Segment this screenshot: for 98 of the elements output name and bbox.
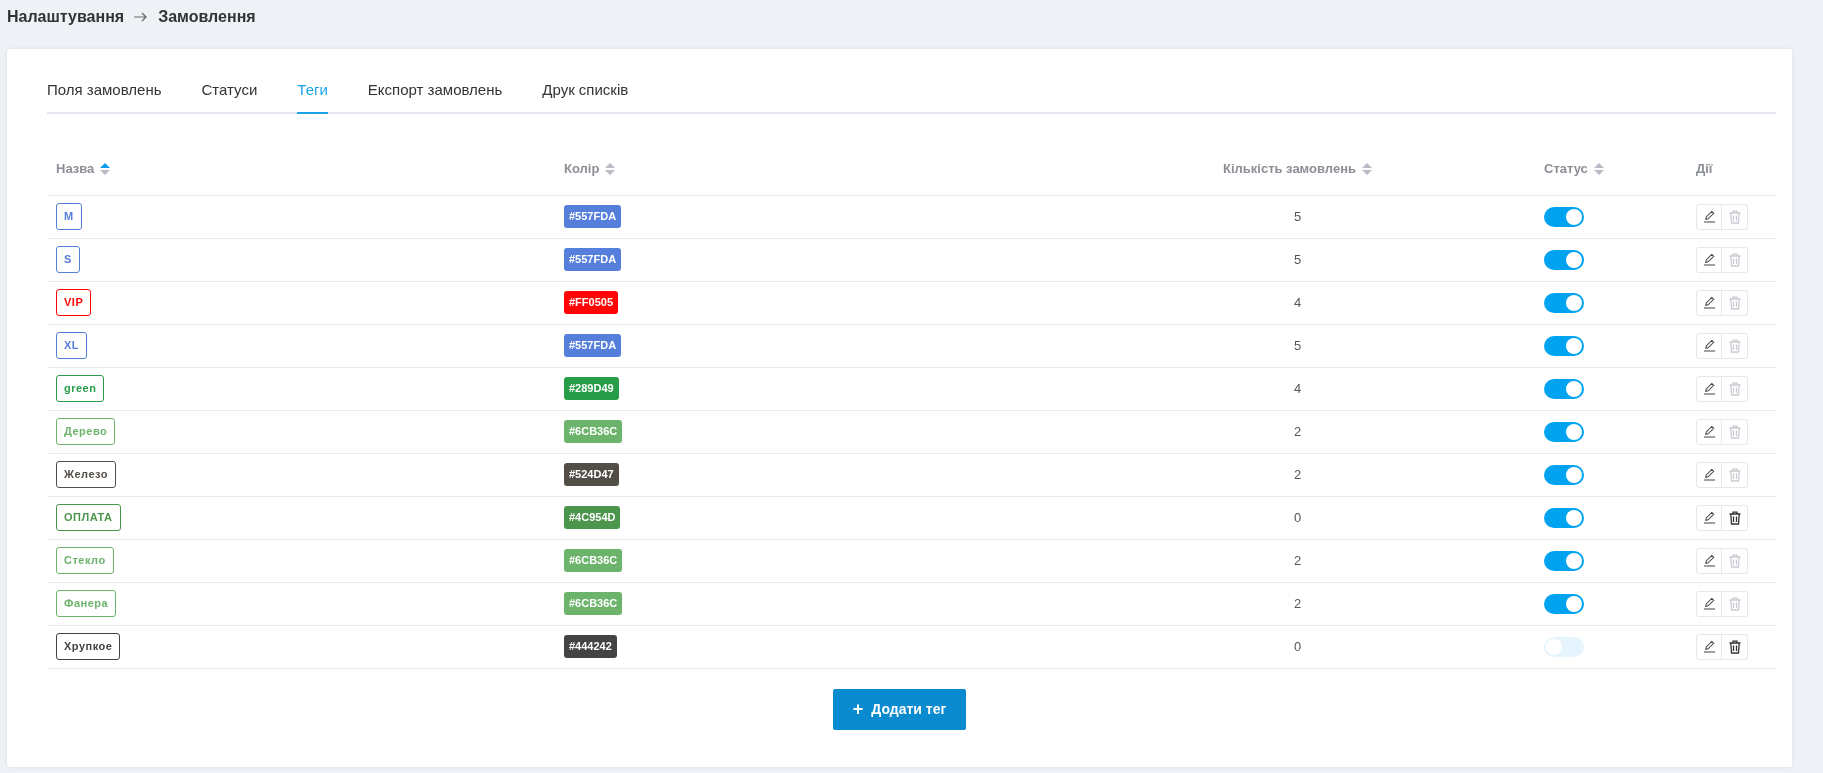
tag-label: XL — [56, 332, 88, 359]
trash-icon — [1728, 424, 1741, 439]
edit-button[interactable] — [1696, 461, 1722, 488]
status-toggle[interactable] — [1544, 507, 1584, 528]
order-count: 2 — [1293, 422, 1302, 441]
status-toggle[interactable] — [1544, 636, 1584, 657]
pencil-icon — [1702, 511, 1716, 524]
color-swatch: #557FDA — [564, 334, 622, 357]
color-swatch: #6CB36C — [564, 549, 623, 572]
status-toggle[interactable] — [1544, 249, 1584, 270]
edit-button[interactable] — [1696, 289, 1722, 316]
arrow-icon — [134, 12, 149, 22]
status-toggle[interactable] — [1544, 464, 1584, 485]
trash-icon — [1728, 295, 1741, 310]
pencil-icon — [1702, 382, 1716, 395]
sort-icon[interactable] — [605, 163, 616, 175]
status-toggle[interactable] — [1544, 421, 1584, 442]
order-count: 2 — [1293, 551, 1302, 570]
edit-button[interactable] — [1696, 246, 1722, 273]
color-swatch: #524D47 — [564, 463, 619, 486]
order-count: 2 — [1293, 594, 1302, 613]
order-count: 0 — [1293, 637, 1302, 656]
pencil-icon — [1702, 554, 1716, 567]
trash-icon — [1728, 596, 1741, 611]
edit-button[interactable] — [1696, 418, 1722, 445]
edit-button[interactable] — [1696, 547, 1722, 574]
order-count: 4 — [1293, 293, 1302, 312]
order-count: 2 — [1293, 465, 1302, 484]
edit-button[interactable] — [1696, 590, 1722, 617]
tab[interactable]: Поля замовлень — [47, 79, 162, 114]
order-count: 5 — [1293, 336, 1302, 355]
delete-button[interactable] — [1722, 633, 1748, 660]
order-count: 0 — [1293, 508, 1302, 527]
sort-icon[interactable] — [1362, 163, 1372, 175]
tag-label: Фанера — [56, 590, 117, 617]
tag-label: Дерево — [56, 418, 116, 445]
trash-icon — [1728, 252, 1741, 267]
color-swatch: #6CB36C — [564, 420, 623, 443]
tab[interactable]: Теги — [297, 79, 328, 114]
edit-button[interactable] — [1696, 375, 1722, 402]
color-swatch: #289D49 — [564, 377, 619, 400]
delete-button[interactable] — [1722, 504, 1748, 531]
pencil-icon — [1702, 253, 1716, 266]
breadcrumb-item[interactable]: Налаштування — [7, 5, 125, 29]
edit-button[interactable] — [1696, 332, 1722, 359]
trash-icon — [1728, 381, 1741, 396]
breadcrumb-item: Замовлення — [158, 7, 256, 27]
order-count: 5 — [1293, 250, 1302, 269]
trash-icon — [1728, 338, 1741, 353]
tag-label: VIP — [56, 289, 92, 316]
pencil-icon — [1702, 210, 1716, 223]
edit-button[interactable] — [1696, 504, 1722, 531]
status-toggle[interactable] — [1544, 593, 1584, 614]
tag-label: Хрупкое — [56, 633, 121, 660]
trash-icon — [1728, 467, 1741, 482]
tag-label: ОПЛАТА — [56, 504, 121, 531]
pencil-icon — [1702, 339, 1716, 352]
edit-button[interactable] — [1696, 633, 1722, 660]
color-swatch: #FF0505 — [564, 291, 619, 314]
tab[interactable]: Експорт замовлень — [367, 79, 503, 114]
color-swatch: #557FDA — [564, 205, 622, 228]
pencil-icon — [1702, 468, 1716, 481]
tab[interactable]: Статуси — [201, 79, 258, 114]
status-toggle[interactable] — [1544, 378, 1584, 399]
plus-icon: + — [852, 700, 864, 718]
sort-icon[interactable] — [100, 163, 111, 175]
column-header: Дії — [1696, 160, 1713, 179]
color-swatch: #4C954D — [564, 506, 621, 529]
column-header[interactable]: Назва — [56, 159, 95, 179]
color-swatch: #6CB36C — [564, 592, 623, 615]
add-tag-button[interactable]: + Додати тег — [832, 688, 967, 730]
pencil-icon — [1702, 640, 1716, 653]
column-header[interactable]: Кількість замовлень — [1223, 159, 1356, 179]
tag-label: Железо — [56, 461, 116, 488]
pencil-icon — [1702, 296, 1716, 309]
trash-icon — [1728, 510, 1741, 525]
edit-button[interactable] — [1696, 203, 1722, 230]
tab[interactable]: Друк списків — [542, 79, 629, 114]
status-toggle[interactable] — [1544, 550, 1584, 571]
trash-icon — [1728, 209, 1741, 224]
status-toggle[interactable] — [1544, 292, 1584, 313]
tag-label: green — [56, 375, 105, 402]
sort-icon[interactable] — [1593, 163, 1604, 175]
tag-label: Стекло — [56, 547, 114, 574]
color-swatch: #444242 — [564, 635, 617, 658]
pencil-icon — [1702, 597, 1716, 610]
order-count: 4 — [1293, 379, 1302, 398]
column-header[interactable]: Статус — [1544, 159, 1588, 179]
trash-icon — [1728, 639, 1741, 654]
color-swatch: #557FDA — [564, 248, 622, 271]
pencil-icon — [1702, 425, 1716, 438]
trash-icon — [1728, 553, 1741, 568]
column-header[interactable]: Колір — [564, 159, 600, 179]
tag-label: S — [56, 246, 80, 273]
order-count: 5 — [1293, 207, 1302, 226]
tag-label: M — [56, 203, 82, 230]
status-toggle[interactable] — [1544, 206, 1584, 227]
status-toggle[interactable] — [1544, 335, 1584, 356]
